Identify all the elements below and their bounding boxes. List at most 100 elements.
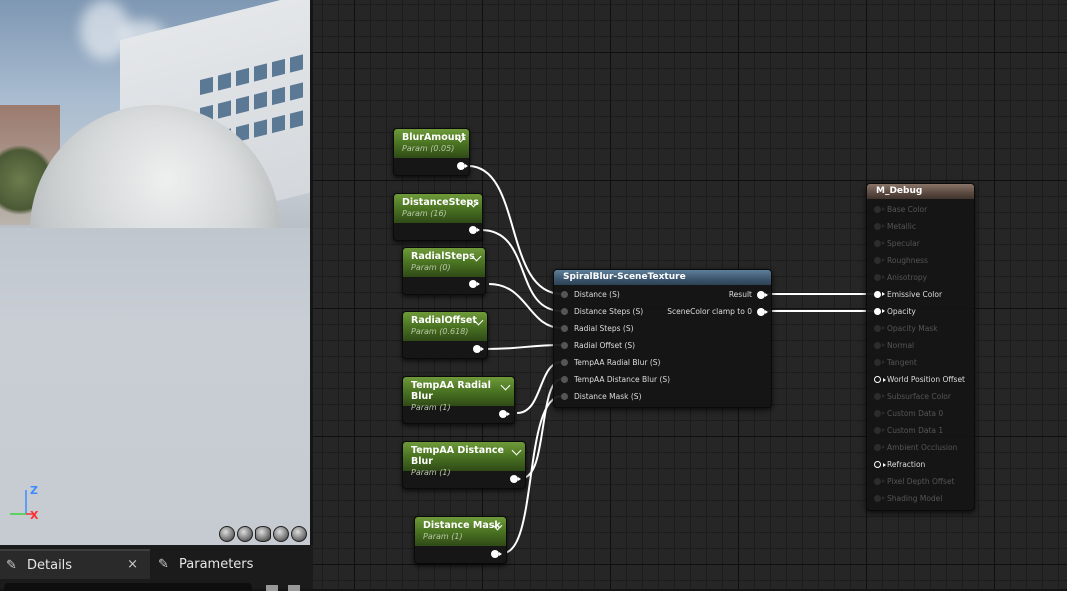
cube-icon[interactable]: [273, 526, 289, 542]
input-pin-pixel-depth-offset[interactable]: [874, 478, 885, 485]
cylinder-icon[interactable]: [219, 526, 235, 542]
input-pin-distance-mask[interactable]: [561, 393, 568, 400]
list-view-icon[interactable]: [266, 585, 278, 591]
input-pin-distance-steps[interactable]: [561, 308, 568, 315]
input-pin-custom-data-0[interactable]: [874, 410, 885, 417]
param-node-radialoffset[interactable]: RadialOffset Param (0.618): [402, 311, 488, 359]
input-label: Custom Data 1: [887, 426, 944, 435]
output-pin[interactable]: [491, 550, 502, 558]
input-label: Pixel Depth Offset: [887, 477, 955, 486]
param-node-distancesteps[interactable]: DistanceSteps Param (16): [393, 193, 483, 241]
output-label-result: Result: [728, 290, 752, 299]
input-pin-custom-data-1[interactable]: [874, 427, 885, 434]
preview-mesh-toolbar: [219, 526, 307, 542]
input-label: World Position Offset: [887, 375, 965, 384]
search-input[interactable]: [4, 583, 252, 591]
output-pin[interactable]: [473, 345, 484, 353]
input-pin-tangent[interactable]: [874, 359, 885, 366]
input-label: Base Color: [887, 205, 928, 214]
input-label: Distance Steps (S): [574, 307, 644, 316]
input-label: TempAA Distance Blur (S): [574, 375, 671, 384]
input-pin-opacity-mask[interactable]: [874, 325, 885, 332]
output-pin-scenecolor[interactable]: [757, 308, 768, 316]
input-pin-roughness[interactable]: [874, 257, 885, 264]
details-toolbar: [266, 585, 306, 591]
input-pin-ambient-occlusion[interactable]: [874, 444, 885, 451]
input-pin-shading-model[interactable]: [874, 495, 885, 502]
spiralblur-scenetexture-node[interactable]: SpiralBlur-SceneTexture Distance (S) Dis…: [553, 269, 772, 408]
output-label-scenecolor: SceneColor clamp to 0: [667, 307, 752, 316]
param-node-tempaa-radial-blur[interactable]: TempAA Radial Blur Param (1): [402, 376, 515, 424]
material-preview-viewport[interactable]: Z X: [0, 0, 310, 545]
node-subtitle: Param (16): [402, 209, 447, 218]
output-pin[interactable]: [469, 226, 480, 234]
input-pin-anisotropy[interactable]: [874, 274, 885, 281]
input-pin-opacity[interactable]: [874, 308, 885, 315]
input-label: Normal: [887, 341, 915, 350]
input-pin-base-color[interactable]: [874, 206, 885, 213]
input-label: Refraction: [887, 460, 926, 469]
tab-details-label: Details: [27, 557, 73, 573]
input-label: Custom Data 0: [887, 409, 944, 418]
input-pin-tempaa-radial[interactable]: [561, 359, 568, 366]
node-subtitle: Param (0.618): [411, 327, 469, 336]
input-pin-emissive-color[interactable]: [874, 291, 885, 298]
output-pin-result[interactable]: [757, 291, 768, 299]
input-pin-normal[interactable]: [874, 342, 885, 349]
tab-parameters[interactable]: ✎ Parameters: [152, 549, 313, 579]
close-icon[interactable]: ×: [127, 557, 138, 572]
teapot-icon[interactable]: [291, 526, 307, 542]
output-pin[interactable]: [469, 280, 480, 288]
input-pin-radial-steps[interactable]: [561, 325, 568, 332]
output-pin[interactable]: [510, 475, 521, 483]
wire-radialoffset: [485, 344, 563, 350]
axis-z-label: Z: [30, 484, 38, 497]
param-node-radialsteps[interactable]: RadialSteps Param (0): [402, 247, 486, 295]
input-label: Roughness: [887, 256, 928, 265]
output-pin[interactable]: [457, 162, 468, 170]
output-pin[interactable]: [499, 410, 510, 418]
param-node-distance-mask[interactable]: Distance Mask Param (1): [414, 516, 507, 564]
axis-x-label: X: [30, 509, 39, 522]
settings-icon[interactable]: [288, 585, 300, 591]
input-label: Anisotropy: [887, 273, 928, 282]
details-tab-bar: ✎ Details × ✎ Parameters: [0, 545, 313, 591]
input-label: Emissive Color: [887, 290, 943, 299]
wire-radialsteps: [488, 283, 563, 329]
tab-details[interactable]: ✎ Details ×: [0, 549, 150, 579]
input-pin-distance[interactable]: [561, 291, 568, 298]
axis-gizmo-icon: [10, 490, 34, 515]
node-subtitle: Param (1): [411, 468, 451, 477]
param-node-tempaa-distance-blur[interactable]: TempAA Distance Blur Param (1): [402, 441, 526, 489]
node-subtitle: Param (0.05): [402, 144, 455, 153]
node-title: SpiralBlur-SceneTexture: [554, 270, 771, 285]
plane-icon[interactable]: [255, 526, 271, 542]
node-title: TempAA Radial Blur: [411, 380, 491, 402]
node-title: TempAA Distance Blur: [411, 445, 504, 467]
input-label: Distance Mask (S): [574, 392, 642, 401]
input-pin-refraction[interactable]: [874, 461, 886, 468]
input-pin-tempaa-distance[interactable]: [561, 376, 568, 383]
input-pin-specular[interactable]: [874, 240, 885, 247]
input-label: Opacity: [887, 307, 916, 316]
sphere-icon[interactable]: [237, 526, 253, 542]
pencil-icon: ✎: [158, 556, 169, 572]
tab-parameters-label: Parameters: [179, 556, 254, 572]
input-label: Radial Offset (S): [574, 341, 636, 350]
input-label: Subsurface Color: [887, 392, 951, 401]
input-label: TempAA Radial Blur (S): [574, 358, 661, 367]
node-subtitle: Param (0): [411, 263, 451, 272]
param-node-bluramount[interactable]: BlurAmount Param (0.05): [393, 128, 470, 176]
input-label: Radial Steps (S): [574, 324, 634, 333]
input-label: Metallic: [887, 222, 916, 231]
input-label: Opacity Mask: [887, 324, 938, 333]
input-label: Distance (S): [574, 290, 620, 299]
input-pin-subsurface-color[interactable]: [874, 393, 885, 400]
input-pin-metallic[interactable]: [874, 223, 885, 230]
material-output-node[interactable]: M_Debug Base Color Metallic Specular Roughn…: [866, 183, 975, 511]
input-pin-radial-offset[interactable]: [561, 342, 568, 349]
input-label: Ambient Occlusion: [887, 443, 958, 452]
material-graph-canvas[interactable]: BlurAmount Param (0.05) DistanceSteps Para…: [313, 0, 1067, 589]
input-pin-world-position-offset[interactable]: [874, 376, 886, 383]
input-label: Specular: [887, 239, 920, 248]
